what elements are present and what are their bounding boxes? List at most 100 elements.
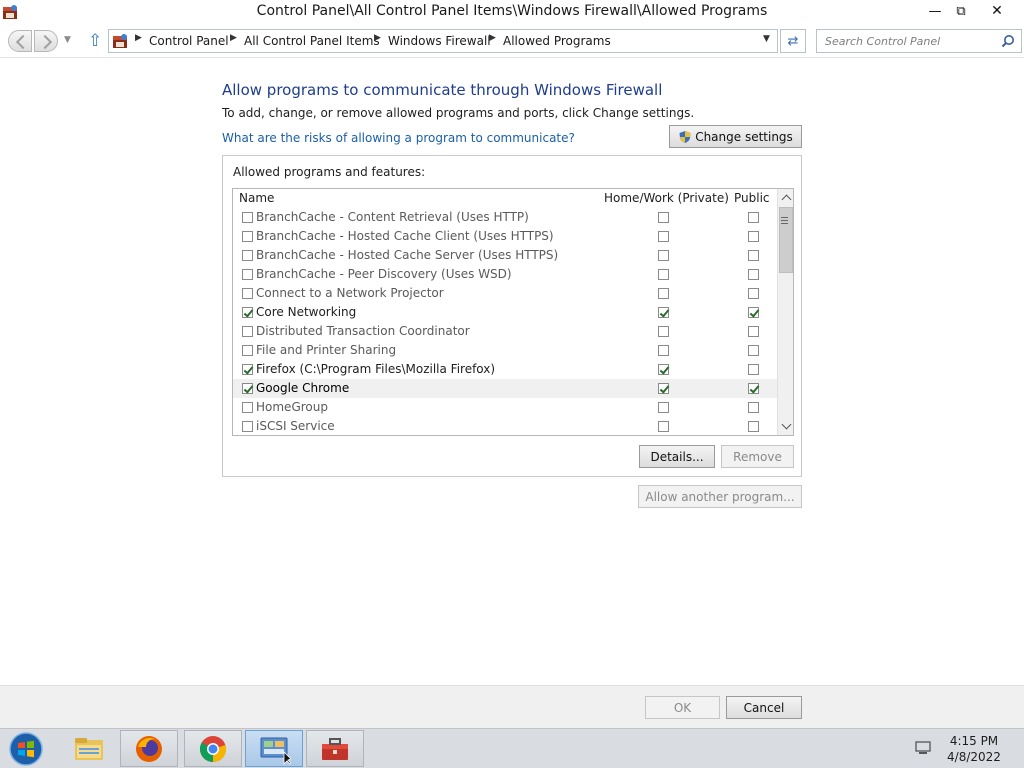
program-name: Core Networking xyxy=(256,305,357,319)
public-checkbox[interactable] xyxy=(748,269,759,280)
list-item[interactable]: Distributed Transaction Coordinator xyxy=(233,322,777,341)
program-enabled-checkbox[interactable] xyxy=(242,345,253,356)
program-enabled-checkbox[interactable] xyxy=(242,364,253,375)
list-item[interactable]: Core Networking xyxy=(233,303,777,322)
public-checkbox[interactable] xyxy=(748,364,759,375)
remove-button[interactable]: Remove xyxy=(721,445,794,468)
ok-button[interactable]: OK xyxy=(645,696,720,719)
taskbar-control-panel[interactable] xyxy=(245,730,303,767)
toolbox-icon xyxy=(322,737,348,760)
program-enabled-checkbox[interactable] xyxy=(242,383,253,394)
list-item[interactable]: Google Chrome xyxy=(233,379,777,398)
list-rows: BranchCache - Content Retrieval (Uses HT… xyxy=(233,208,777,435)
program-enabled-checkbox[interactable] xyxy=(242,307,253,318)
home-work-checkbox[interactable] xyxy=(658,402,669,413)
scroll-down-arrow-icon[interactable] xyxy=(778,418,793,434)
list-item[interactable]: BranchCache - Hosted Cache Server (Uses … xyxy=(233,246,777,265)
home-work-checkbox[interactable] xyxy=(658,326,669,337)
public-checkbox[interactable] xyxy=(748,307,759,318)
allowed-programs-label: Allowed programs and features: xyxy=(233,165,426,179)
public-checkbox[interactable] xyxy=(748,326,759,337)
home-work-checkbox[interactable] xyxy=(658,269,669,280)
search-icon[interactable] xyxy=(1001,34,1015,48)
network-tray-icon[interactable] xyxy=(914,740,932,756)
program-enabled-checkbox[interactable] xyxy=(242,212,253,223)
home-work-checkbox[interactable] xyxy=(658,364,669,375)
back-button[interactable] xyxy=(8,30,32,52)
home-work-checkbox[interactable] xyxy=(658,212,669,223)
public-checkbox[interactable] xyxy=(748,402,759,413)
breadcrumb-separator-icon[interactable]: ▶ xyxy=(374,33,381,43)
system-clock[interactable]: 4:15 PM 4/8/2022 xyxy=(942,733,1006,765)
column-header-public[interactable]: Public xyxy=(734,191,770,205)
public-checkbox[interactable] xyxy=(748,421,759,432)
column-header-home-work[interactable]: Home/Work (Private) xyxy=(604,191,729,205)
program-enabled-checkbox[interactable] xyxy=(242,326,253,337)
recent-locations-chevron-icon[interactable]: ▼ xyxy=(64,35,71,45)
home-work-checkbox[interactable] xyxy=(658,250,669,261)
home-work-checkbox[interactable] xyxy=(658,421,669,432)
refresh-button[interactable]: ⇄ xyxy=(780,29,806,53)
breadcrumb-separator-icon[interactable]: ▶ xyxy=(230,33,237,43)
vertical-scrollbar[interactable] xyxy=(777,189,793,435)
breadcrumb-separator-icon[interactable]: ▶ xyxy=(489,33,496,43)
list-item[interactable]: HomeGroup xyxy=(233,398,777,417)
program-enabled-checkbox[interactable] xyxy=(242,421,253,432)
details-button[interactable]: Details... xyxy=(639,445,715,468)
list-item[interactable]: File and Printer Sharing xyxy=(233,341,777,360)
program-enabled-checkbox[interactable] xyxy=(242,269,253,280)
breadcrumb-separator-icon[interactable]: ▶ xyxy=(135,33,142,43)
forward-button[interactable] xyxy=(34,30,58,52)
program-enabled-checkbox[interactable] xyxy=(242,402,253,413)
scroll-up-arrow-icon[interactable] xyxy=(778,190,793,206)
program-name: Google Chrome xyxy=(256,381,350,395)
risks-link[interactable]: What are the risks of allowing a program… xyxy=(222,131,575,145)
program-enabled-checkbox[interactable] xyxy=(242,288,253,299)
dialog-footer: OK Cancel xyxy=(0,685,1024,728)
program-enabled-checkbox[interactable] xyxy=(242,250,253,261)
public-checkbox[interactable] xyxy=(748,250,759,261)
public-checkbox[interactable] xyxy=(748,383,759,394)
taskbar-firefox[interactable] xyxy=(120,730,178,767)
taskbar-chrome[interactable] xyxy=(184,730,242,767)
taskbar-file-explorer[interactable] xyxy=(60,730,118,767)
home-work-checkbox[interactable] xyxy=(658,307,669,318)
list-item[interactable]: Firefox (C:\Program Files\Mozilla Firefo… xyxy=(233,360,777,379)
list-item[interactable]: Connect to a Network Projector xyxy=(233,284,777,303)
home-work-checkbox[interactable] xyxy=(658,288,669,299)
taskbar-toolbox[interactable] xyxy=(306,730,364,767)
search-box[interactable] xyxy=(816,29,1022,53)
program-name: HomeGroup xyxy=(256,400,328,414)
control-panel-icon xyxy=(260,737,291,765)
public-checkbox[interactable] xyxy=(748,212,759,223)
breadcrumb-all-items[interactable]: All Control Panel Items xyxy=(244,34,380,48)
breadcrumb-windows-firewall[interactable]: Windows Firewall xyxy=(388,34,491,48)
list-item[interactable]: iSCSI Service xyxy=(233,417,777,435)
address-bar[interactable]: ▶ Control Panel ▶ All Control Panel Item… xyxy=(108,29,778,53)
address-dropdown-icon[interactable]: ▼ xyxy=(763,34,770,44)
restore-button[interactable]: ⧉ xyxy=(944,0,978,22)
list-item[interactable]: BranchCache - Content Retrieval (Uses HT… xyxy=(233,208,777,227)
home-work-checkbox[interactable] xyxy=(658,383,669,394)
allow-another-program-button[interactable]: Allow another program... xyxy=(638,485,802,508)
change-settings-button[interactable]: Change settings xyxy=(669,125,802,148)
breadcrumb-allowed-programs[interactable]: Allowed Programs xyxy=(503,34,611,48)
cancel-button[interactable]: Cancel xyxy=(726,696,802,719)
allowed-programs-list[interactable]: Name Home/Work (Private) Public BranchCa… xyxy=(232,188,794,436)
program-enabled-checkbox[interactable] xyxy=(242,231,253,242)
program-name: Firefox (C:\Program Files\Mozilla Firefo… xyxy=(256,362,496,376)
breadcrumb-control-panel[interactable]: Control Panel xyxy=(149,34,229,48)
public-checkbox[interactable] xyxy=(748,345,759,356)
close-button[interactable]: ✕ xyxy=(980,0,1014,22)
up-arrow-icon[interactable]: ⇧ xyxy=(88,32,102,50)
search-input[interactable] xyxy=(825,31,995,51)
column-header-name[interactable]: Name xyxy=(239,191,274,205)
public-checkbox[interactable] xyxy=(748,231,759,242)
home-work-checkbox[interactable] xyxy=(658,231,669,242)
home-work-checkbox[interactable] xyxy=(658,345,669,356)
taskbar: 4:15 PM 4/8/2022 xyxy=(0,728,1024,768)
list-item[interactable]: BranchCache - Peer Discovery (Uses WSD) xyxy=(233,265,777,284)
windows-start-icon[interactable] xyxy=(6,731,46,767)
list-item[interactable]: BranchCache - Hosted Cache Client (Uses … xyxy=(233,227,777,246)
public-checkbox[interactable] xyxy=(748,288,759,299)
